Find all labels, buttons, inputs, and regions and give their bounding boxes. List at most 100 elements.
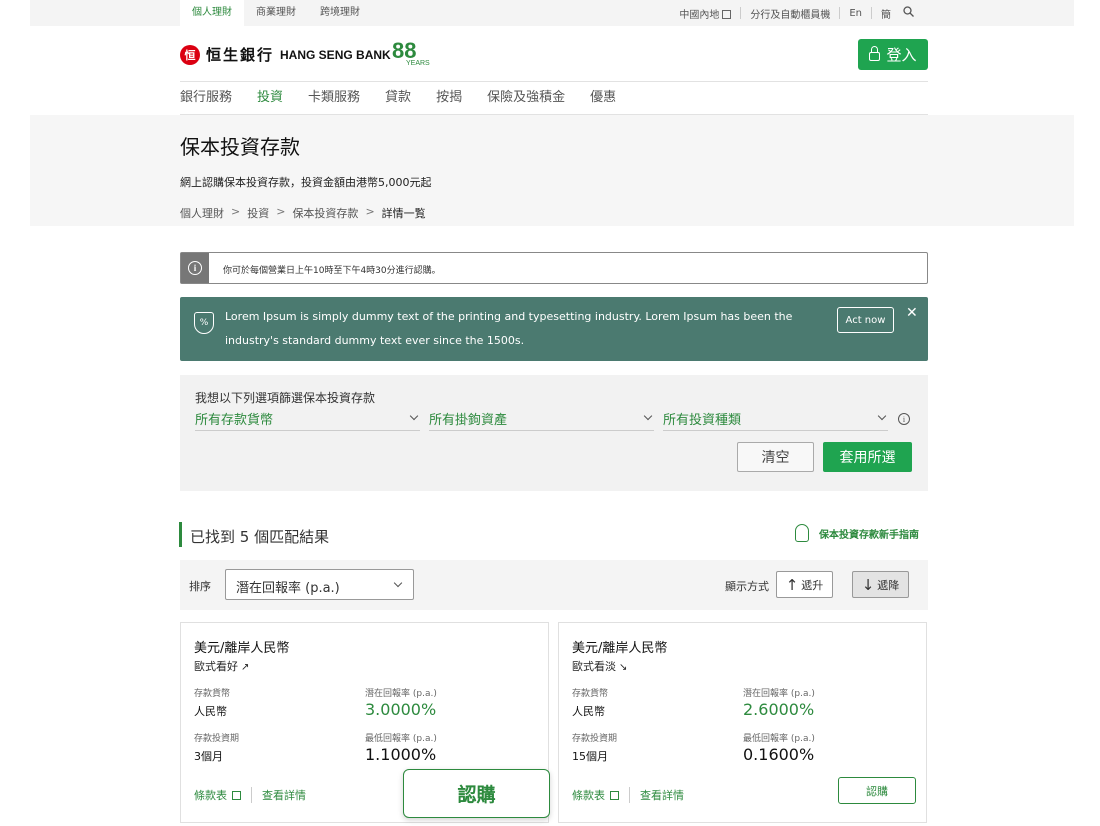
investment-type-select[interactable]: 所有投資種類 [663,409,888,431]
results-accent-bar [179,522,182,547]
trend-up-icon: ↗ [241,662,250,673]
card-links: 條款表 查看詳情 [572,787,684,803]
info-icon[interactable]: i [898,413,910,425]
utility-links: 中國內地 分行及自動櫃員機 En 簡 [679,0,914,26]
filter-panel: 我想以下列選項篩選保本投資存款 所有存款貨幣 所有掛鉤資產 所有投資種類 i 清… [180,375,928,491]
linked-asset-select[interactable]: 所有掛鉤資產 [429,409,654,431]
nav-offers[interactable]: 優惠 [590,84,616,114]
potential-return-value: 3.0000% [365,700,437,719]
info-notice: i 你可於每個營業日上午10時至下午4時30分進行認購。 [180,252,928,284]
divider [740,7,742,19]
nav-investment[interactable]: 投資 [257,84,283,114]
search-icon[interactable] [903,6,914,20]
term-sheet-link[interactable]: 條款表 [194,787,241,803]
currency-label: 存款貨幣 [194,689,231,699]
sort-select[interactable]: 潛在回報率 (p.a.) [225,569,414,600]
divider [251,787,252,803]
nav-mortgage[interactable]: 按揭 [436,84,462,114]
tab-personal[interactable]: 個人理財 [180,0,244,26]
chevron-down-icon [409,411,419,421]
investment-type-select-value: 所有投資種類 [663,413,742,428]
chevron-right-icon: > [365,205,375,218]
arrow-up-icon: ↑ [785,575,799,594]
external-link-icon [610,791,619,800]
min-return-value: 1.1000% [365,745,437,764]
anniversary-word: YEARS [406,60,430,67]
potential-return-value: 2.6000% [743,700,815,719]
sort-descending-label: 遞降 [877,578,900,592]
tenor-label: 存款投資期 [572,734,618,744]
beginner-guide-link[interactable]: 保本投資存款新手指南 [795,524,919,542]
card-title: 美元/離岸人民幣 [572,641,668,656]
login-label: 登入 [886,46,917,64]
close-icon[interactable]: ✕ [906,305,918,321]
sort-select-value: 潛在回報率 (p.a.) [236,581,340,596]
link-mainland[interactable]: 中國內地 [679,6,732,21]
card-style-label: 歐式看好 [194,660,238,673]
results-count: 已找到 5 個匹配結果 [190,528,330,546]
bank-logo[interactable]: 恒 恒生銀行 HANG SENG BANK [180,44,391,65]
product-card: 美元/離岸人民幣 歐式看淡 ↘ 存款貨幣 人民幣 潛在回報率 (p.a.) 2.6… [558,622,927,823]
term-sheet-link[interactable]: 條款表 [572,787,619,803]
logo-name-cn: 恒生銀行 [206,46,275,64]
logo-name-en: HANG SENG BANK [280,47,391,62]
subscribe-floating-button[interactable]: 認購 [403,769,550,818]
card-style: 歐式看淡 ↘ [572,658,627,674]
link-mainland-label: 中國內地 [679,9,720,21]
anniversary-number: 88 [392,38,417,63]
currency-value: 人民幣 [572,705,605,718]
chevron-right-icon: > [231,205,241,218]
page-title: 保本投資存款 [180,135,300,159]
term-sheet-label: 條款表 [194,789,227,802]
tab-cross-border[interactable]: 跨境理財 [308,0,372,26]
sort-bar: 排序 潛在回報率 (p.a.) 顯示方式 ↑ 遞升 ↓ 遞降 [180,560,928,610]
currency-label: 存款貨幣 [572,689,609,699]
lang-en[interactable]: En [849,8,862,19]
info-icon: i [188,261,202,275]
arrow-down-icon: ↓ [861,575,875,594]
view-details-link[interactable]: 查看詳情 [640,787,684,803]
shield-percent-icon: % [194,312,214,334]
sort-descending-button[interactable]: ↓ 遞降 [852,571,909,598]
info-icon-panel: i [181,253,209,283]
chevron-down-icon [877,411,887,421]
page-subtitle: 網上認購保本投資存款，投資金額由港幣5,000元起 [180,176,432,189]
apply-button[interactable]: 套用所選 [823,442,912,472]
nav-banking[interactable]: 銀行服務 [180,84,232,114]
promo-banner: % Lorem Ipsum is simply dummy text of th… [180,297,928,361]
notice-text: 你可於每個營業日上午10時至下午4時30分進行認購。 [223,266,441,276]
chevron-right-icon: > [276,205,286,218]
lang-sc[interactable]: 簡 [881,6,891,21]
min-return-label: 最低回報率 (p.a.) [365,734,437,744]
lightbulb-icon [795,524,809,542]
nav-loans[interactable]: 貸款 [385,84,411,114]
nav-insurance-mpf[interactable]: 保險及強積金 [487,84,565,114]
guide-label: 保本投資存款新手指南 [819,529,919,541]
login-button[interactable]: 登入 [858,39,928,70]
chevron-down-icon [643,411,653,421]
link-branches[interactable]: 分行及自動櫃員機 [750,6,830,21]
segment-tabs: 個人理財 商業理財 跨境理財 [180,0,372,26]
external-link-icon [722,9,732,19]
clear-button[interactable]: 清空 [737,442,814,472]
crumb-personal[interactable]: 個人理財 [180,205,224,221]
currency-select[interactable]: 所有存款貨幣 [195,409,420,431]
crumb-ppi[interactable]: 保本投資存款 [292,205,358,221]
sort-ascending-button[interactable]: ↑ 遞升 [776,571,833,598]
tab-commercial[interactable]: 商業理財 [244,0,308,26]
subscribe-button[interactable]: 認購 [838,777,916,804]
crumb-investment[interactable]: 投資 [247,205,269,221]
view-details-link[interactable]: 查看詳情 [262,787,306,803]
nav-cards[interactable]: 卡類服務 [308,84,360,114]
display-label: 顯示方式 [725,580,769,593]
main-nav: 銀行服務 投資 卡類服務 貸款 按揭 保險及強積金 優惠 [180,84,641,114]
sort-label: 排序 [189,580,211,593]
trend-down-icon: ↘ [619,662,628,673]
breadcrumb: 個人理財 > 投資 > 保本投資存款 > 詳情一覧 [180,205,426,221]
card-style-label: 歐式看淡 [572,660,616,673]
sort-ascending-label: 遞升 [801,578,824,592]
divider [871,7,872,19]
divider [629,787,630,803]
divider [839,7,841,19]
act-now-button[interactable]: Act now [837,307,894,333]
